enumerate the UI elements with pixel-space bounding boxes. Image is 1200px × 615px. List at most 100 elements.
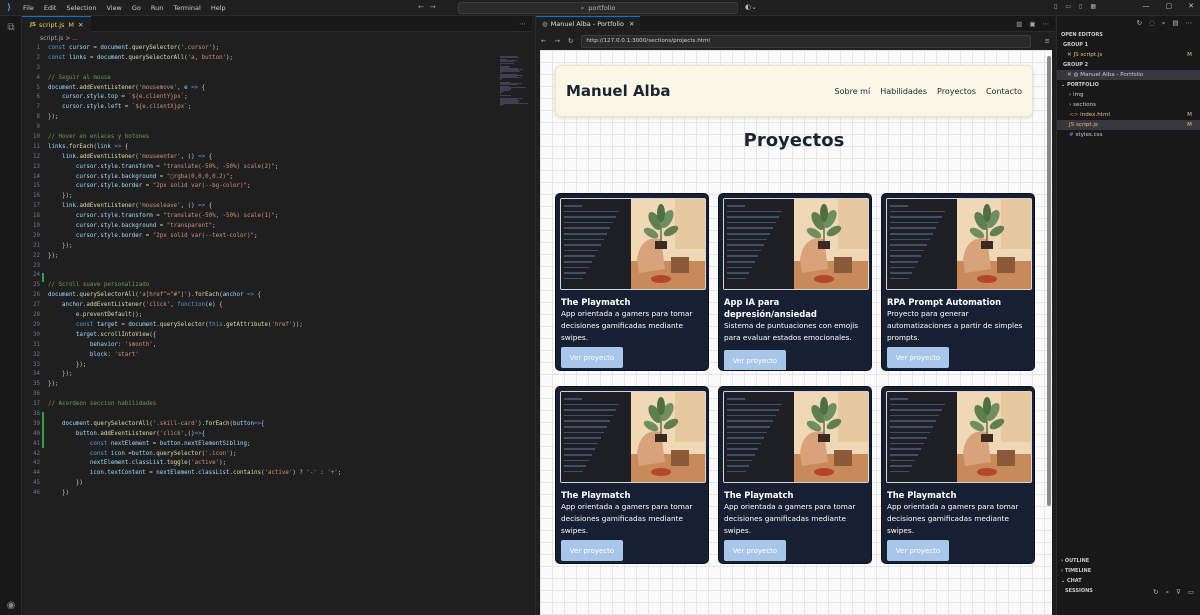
menu-go[interactable]: Go [127, 4, 146, 12]
code-line[interactable]: 20 cursor.style.border = "2px solid var(… [22, 232, 532, 242]
tree-item[interactable]: <> index.html M [1057, 110, 1200, 120]
menu-terminal[interactable]: Terminal [168, 4, 205, 12]
collapse-icon[interactable]: ▭ [1188, 588, 1194, 597]
code-line[interactable]: 30 target.scrollIntoView({ [22, 331, 532, 341]
code-line[interactable]: 44 icon.textContent = nextElement.classL… [22, 469, 532, 479]
code-line[interactable]: 4 // Seguir al mouse [22, 74, 532, 84]
view-project-button[interactable]: Ver proyecto [561, 347, 623, 368]
view-project-button[interactable]: Ver proyecto [724, 540, 786, 561]
menu-file[interactable]: File [18, 4, 39, 12]
code-line[interactable]: 34 }); [22, 370, 532, 380]
refresh-icon[interactable]: ↻ [1137, 19, 1142, 27]
maximize-icon[interactable]: ▢ [1166, 2, 1173, 10]
more-actions-icon[interactable]: ⋯ [519, 16, 532, 31]
open-external-icon[interactable]: ▣ [1029, 20, 1035, 28]
code-line[interactable]: 19 cursor.style.background = "transparen… [22, 222, 532, 232]
portfolio-folder-header[interactable]: ⌄ PORTFOLIO [1057, 80, 1200, 90]
code-line[interactable]: 14 cursor.style.background = "▢rgba(0,0,… [22, 173, 532, 183]
new-file-icon[interactable]: ▤ [1172, 19, 1178, 27]
code-line[interactable]: 8}); [22, 113, 532, 123]
command-center-search[interactable]: ⌕ portfolio [458, 2, 738, 14]
menu-edit[interactable]: Edit [39, 4, 62, 12]
code-line[interactable]: 23 [22, 262, 532, 272]
menu-run[interactable]: Run [146, 4, 168, 12]
code-line[interactable]: 37 // Acordeon seccion habilidades [22, 400, 532, 410]
more-actions-icon[interactable]: ⋯ [1043, 20, 1050, 28]
nav-link-contacto[interactable]: Contacto [986, 87, 1022, 96]
code-line[interactable]: 24 [22, 271, 532, 281]
nav-link-habilidades[interactable]: Habilidades [880, 87, 927, 96]
open-editor-browser[interactable]: ✕ ◍ Manuel Alba - Portfolio [1057, 70, 1200, 80]
menu-selection[interactable]: Selection [61, 4, 101, 12]
menu-view[interactable]: View [101, 4, 126, 12]
toggle-secondary-sidebar-icon[interactable]: ▯ [1079, 3, 1082, 10]
code-line[interactable]: 7 cursor.style.left = `${e.clientX}px`; [22, 103, 532, 113]
url-input[interactable]: http://127.0.0.1:3000/sections/projects.… [581, 34, 1031, 48]
chat-header[interactable]: ⌄ CHAT [1057, 576, 1200, 586]
accounts-icon[interactable]: ◉ [5, 600, 17, 612]
code-line[interactable]: 12 link.addEventListener('mouseenter', (… [22, 153, 532, 163]
search-icon[interactable]: ⌕ [1165, 588, 1169, 597]
code-line[interactable]: 22}); [22, 252, 532, 262]
close-tab-icon[interactable]: ✕ [629, 20, 634, 28]
refresh-icon[interactable]: ↻ [1153, 588, 1158, 597]
code-lines[interactable]: 1 const cursor = document.querySelector('… [22, 44, 532, 499]
browser-menu-icon[interactable]: ≡ [1045, 37, 1050, 45]
code-line[interactable]: 27 anchor.addEventListener('click', func… [22, 301, 532, 311]
code-line[interactable]: 21 }); [22, 242, 532, 252]
code-line[interactable]: 36 [22, 390, 532, 400]
tree-item[interactable]: › img [1057, 90, 1200, 100]
chat-icon[interactable]: ◌ [1149, 19, 1155, 27]
split-editor-icon[interactable]: ▥ [1016, 20, 1022, 28]
view-project-button[interactable]: Ver proyecto [887, 347, 949, 368]
group-1-header[interactable]: GROUP 1 [1057, 40, 1200, 50]
close-window-icon[interactable]: ✕ [1188, 2, 1194, 10]
toggle-primary-sidebar-icon[interactable]: ▯ [1054, 3, 1057, 10]
nav-link-sobre-mi[interactable]: Sobre mí [835, 87, 871, 96]
breadcrumb[interactable]: script.js > ... [22, 32, 532, 44]
tree-item[interactable]: › sections [1057, 100, 1200, 110]
code-line[interactable]: 6 cursor.style.top = `${e.clientY}px`; [22, 93, 532, 103]
code-line[interactable]: 3 [22, 64, 532, 74]
code-line[interactable]: 29 const target = document.querySelector… [22, 321, 532, 331]
minimap[interactable] [500, 56, 528, 107]
code-line[interactable]: 33 }); [22, 361, 532, 371]
code-line[interactable]: 39 document.querySelectorAll('.skill-car… [22, 420, 532, 430]
filter-icon[interactable]: ⊽ [1176, 588, 1181, 597]
timeline-header[interactable]: › TIMELINE [1057, 566, 1200, 576]
outline-header[interactable]: › OUTLINE [1057, 556, 1200, 566]
site-logo[interactable]: Manuel Alba [566, 82, 671, 100]
nav-link-proyectos[interactable]: Proyectos [937, 87, 976, 96]
explorer-files-icon[interactable]: ⧉ [5, 22, 17, 34]
code-line[interactable]: 41 const nextElement = button.nextElemen… [22, 440, 532, 450]
code-line[interactable]: 9 [22, 123, 532, 133]
tree-item[interactable]: JS script.js M [1057, 120, 1200, 130]
close-tab-icon[interactable]: ✕ [78, 21, 83, 29]
code-line[interactable]: 46 }) [22, 489, 532, 499]
search-icon[interactable]: ⌕ [1162, 19, 1166, 28]
toggle-panel-icon[interactable]: ▭ [1065, 3, 1071, 10]
code-line[interactable]: 18 cursor.style.transform = "translate(-… [22, 212, 532, 222]
code-line[interactable]: 32 block: 'start' [22, 351, 532, 361]
code-line[interactable]: 16 }); [22, 192, 532, 202]
view-project-button[interactable]: Ver proyecto [887, 540, 949, 561]
reload-icon[interactable]: ↻ [568, 37, 573, 45]
back-icon[interactable]: ← [541, 37, 546, 45]
code-line[interactable]: 35}); [22, 380, 532, 390]
close-icon[interactable]: ✕ [1067, 52, 1072, 58]
close-icon[interactable]: ✕ [1067, 72, 1072, 78]
tab-script-js[interactable]: JS script.js M ✕ [22, 16, 92, 32]
code-line[interactable]: 31 behavior: 'smooth', [22, 341, 532, 351]
code-line[interactable]: 17 link.addEventListener('mouseleave', (… [22, 202, 532, 212]
open-editor-script-js[interactable]: ✕ JS script.js M [1057, 50, 1200, 60]
code-line[interactable]: 13 cursor.style.transform = "translate(-… [22, 163, 532, 173]
code-line[interactable]: 43 nextElement.classList.toggle('active'… [22, 459, 532, 469]
view-project-button[interactable]: Ver proyecto [561, 540, 623, 561]
code-line[interactable]: 15 cursor.style.border = "2px solid var(… [22, 182, 532, 192]
open-editors-header[interactable]: OPEN EDITORS [1057, 30, 1200, 40]
code-line[interactable]: 11 links.forEach(link => { [22, 143, 532, 153]
tree-item[interactable]: # styles.css [1057, 130, 1200, 140]
code-line[interactable]: 45 }) [22, 479, 532, 489]
copilot-icon[interactable]: ◐⌄ [745, 3, 757, 11]
group-2-header[interactable]: GROUP 2 [1057, 60, 1200, 70]
